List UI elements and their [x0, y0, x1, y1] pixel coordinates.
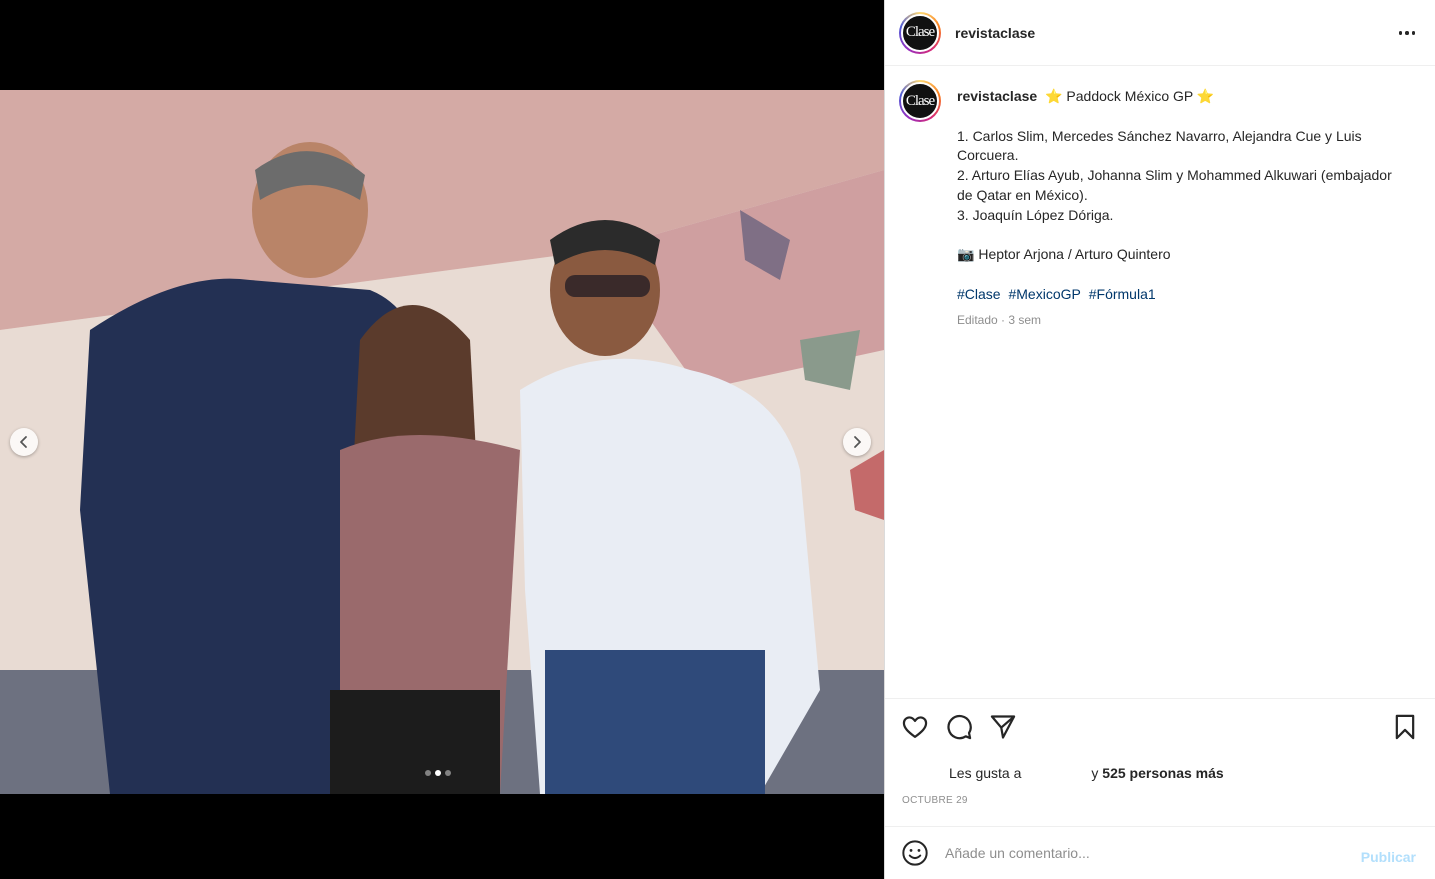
save-button[interactable] — [1391, 713, 1419, 741]
caption-line: 1. Carlos Slim, Mercedes Sánchez Navarro… — [957, 127, 1362, 164]
smiley-icon[interactable] — [901, 839, 929, 867]
next-slide-button[interactable] — [843, 428, 871, 456]
photo-credit: 📷 Heptor Arjona / Arturo Quintero — [957, 245, 1397, 265]
caption-username-link[interactable]: revistaclase — [957, 88, 1037, 104]
caption-title: Paddock México GP — [1066, 88, 1193, 104]
caption-title-line: revistaclase ⭐ Paddock México GP ⭐ — [957, 87, 1397, 107]
photo-credit-text: Heptor Arjona / Arturo Quintero — [978, 246, 1171, 263]
caption-meta: Editado · 3 sem — [957, 312, 1042, 327]
post-photo — [0, 90, 884, 794]
hashtags: #Clase #MexicoGP #Fórmula1 — [957, 285, 1397, 305]
like-button[interactable] — [901, 713, 929, 741]
share-button[interactable] — [989, 713, 1017, 741]
avatar-logo-text: Clase — [905, 92, 935, 109]
heart-icon — [902, 716, 928, 739]
publish-button[interactable]: Publicar — [1361, 849, 1416, 865]
camera-icon: 📷 — [957, 246, 975, 263]
hashtag-link[interactable]: #Clase — [957, 286, 1001, 302]
caption-lines: 1. Carlos Slim, Mercedes Sánchez Navarro… — [957, 127, 1397, 226]
photo-illustration — [0, 90, 884, 794]
caption-line: 3. Joaquín López Dóriga. — [957, 206, 1114, 223]
post-header: Clase revistaclase — [885, 0, 1435, 66]
send-icon — [990, 715, 1016, 739]
carousel-dot — [445, 770, 451, 776]
post-media — [0, 0, 884, 879]
carousel-dot — [425, 770, 431, 776]
avatar-logo-text: Clase — [905, 24, 935, 40]
star-icon: ⭐ — [1045, 88, 1063, 104]
post-actions-section: Les gusta a y 525 personas más OCTUBRE 29 — [885, 698, 1435, 806]
star-icon: ⭐ — [1196, 88, 1215, 104]
more-dot-icon — [1398, 31, 1403, 35]
username-link[interactable]: revistaclase — [955, 25, 1035, 41]
more-dot-icon — [1411, 31, 1416, 35]
avatar[interactable]: Clase — [899, 11, 941, 54]
comment-box: Publicar — [885, 826, 1435, 879]
caption-avatar[interactable]: Clase — [899, 80, 941, 122]
post-date: OCTUBRE 29 — [902, 795, 968, 806]
caption: Clase revistaclase ⭐ Paddock México GP ⭐… — [899, 80, 1419, 330]
likes-prefix: Les gusta a — [949, 765, 1022, 781]
caption-body: revistaclase ⭐ Paddock México GP ⭐ 1. Ca… — [957, 87, 1397, 330]
carousel-indicator — [425, 770, 451, 776]
likes-count-link[interactable]: 525 personas más — [1102, 765, 1223, 781]
chevron-right-icon — [854, 436, 861, 448]
more-options-button[interactable] — [1396, 22, 1418, 44]
chevron-left-icon — [20, 436, 27, 448]
hashtag-link[interactable]: #Fórmula1 — [1089, 286, 1156, 302]
comment-button[interactable] — [945, 713, 973, 741]
bookmark-icon — [1395, 714, 1415, 740]
hashtag-link[interactable]: #MexicoGP — [1008, 286, 1080, 302]
previous-slide-button[interactable] — [10, 428, 38, 456]
comment-icon — [947, 714, 972, 740]
more-dot-icon — [1405, 31, 1409, 35]
comment-input[interactable] — [945, 845, 1335, 861]
likes-suffix: y — [1091, 765, 1099, 781]
action-bar — [885, 699, 1435, 759]
post-details-panel: Clase revistaclase Clase revistaclase ⭐ … — [884, 0, 1435, 879]
likes-summary: Les gusta a y 525 personas más — [949, 765, 1224, 781]
carousel-dot-active — [435, 770, 441, 776]
caption-line: 2. Arturo Elías Ayub, Johanna Slim y Moh… — [957, 167, 1392, 203]
